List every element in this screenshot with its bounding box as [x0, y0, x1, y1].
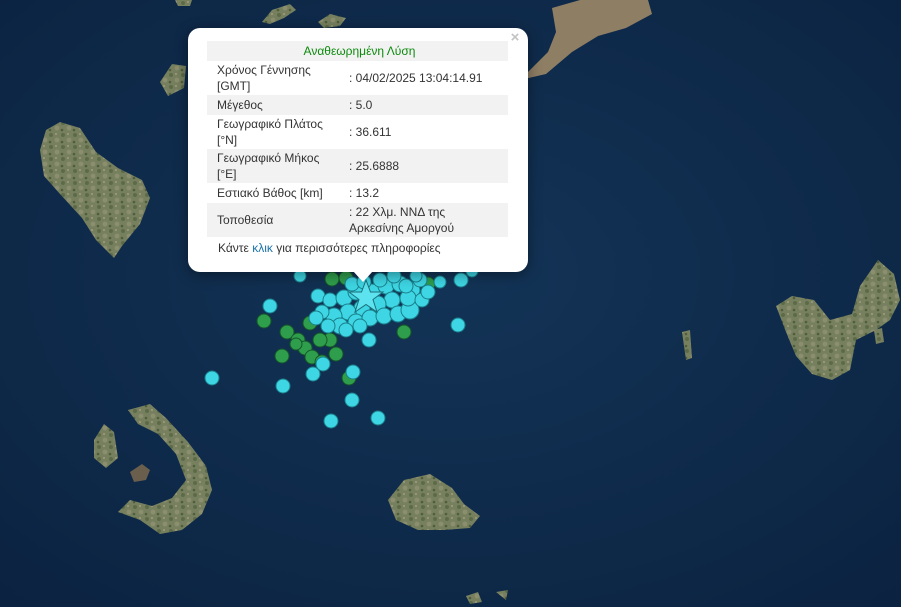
earthquake-marker[interactable] [262, 298, 278, 314]
islet [175, 0, 192, 6]
event-info-table: Αναθεωρημένη Λύση Χρόνος Γέννησης [GMT] … [207, 41, 508, 237]
earthquake-marker[interactable] [375, 307, 393, 325]
earthquake-marker[interactable] [289, 337, 303, 351]
earthquake-marker[interactable] [324, 271, 340, 287]
earthquake-marker[interactable] [344, 392, 360, 408]
more-info-prefix: Κάντε [218, 241, 249, 255]
label-origin-time: Χρόνος Γέννησης [GMT] [217, 63, 311, 93]
label-latitude: Γεωγραφικό Πλάτος [°N] [217, 117, 323, 147]
earthquake-marker[interactable] [420, 284, 436, 300]
value-latitude: : 36.611 [349, 125, 392, 139]
more-info-line: Κάντε κλικ για περισσότερες πληροφορίες [218, 241, 441, 255]
earthquake-marker[interactable] [453, 272, 469, 288]
value-depth: : 13.2 [349, 186, 380, 200]
value-location: : 22 Χλμ. ΝΝΔ της Αρκεσίνης Αμοργού [347, 203, 508, 237]
earthquake-marker[interactable] [323, 413, 339, 429]
earthquake-marker[interactable] [256, 313, 272, 329]
label-depth: Εστιακό Βάθος [km] [217, 186, 323, 200]
earthquake-marker[interactable] [275, 378, 291, 394]
more-info-link[interactable]: κλικ [252, 241, 273, 255]
earthquake-marker[interactable] [328, 346, 344, 362]
earthquake-marker[interactable] [322, 292, 338, 308]
earthquake-marker[interactable] [361, 332, 377, 348]
earthquake-marker[interactable] [308, 310, 324, 326]
label-longitude: Γεωγραφικό Μήκος [°E] [207, 149, 347, 183]
earthquake-marker[interactable] [370, 410, 386, 426]
value-origin-time: : 04/02/2025 13:04:14.91 [349, 71, 483, 85]
more-info-suffix: για περισσότερες πληροφορίες [276, 241, 441, 255]
popup-header: Αναθεωρημένη Λύση [207, 41, 508, 61]
earthquake-marker[interactable] [450, 317, 466, 333]
value-magnitude: : 5.0 [347, 95, 508, 115]
earthquake-marker[interactable] [396, 324, 412, 340]
earthquake-marker[interactable] [433, 275, 447, 289]
earthquake-marker[interactable] [398, 278, 414, 294]
earthquake-marker[interactable] [352, 318, 368, 334]
close-icon[interactable]: × [508, 30, 522, 45]
popup-pointer [353, 271, 373, 282]
earthquake-marker[interactable] [204, 370, 220, 386]
earthquake-marker[interactable] [274, 348, 290, 364]
earthquake-marker[interactable] [345, 364, 361, 380]
label-location: Τοποθεσία [207, 203, 347, 237]
earthquake-marker[interactable] [372, 272, 388, 288]
earthquake-marker[interactable] [338, 322, 354, 338]
label-magnitude: Μέγεθος [207, 95, 347, 115]
earthquake-marker[interactable] [315, 356, 331, 372]
event-info-popup: × Αναθεωρημένη Λύση Χρόνος Γέννησης [GMT… [188, 28, 528, 272]
earthquake-marker[interactable] [312, 332, 328, 348]
value-longitude: : 25.6888 [347, 149, 508, 183]
earthquake-marker[interactable] [320, 318, 336, 334]
